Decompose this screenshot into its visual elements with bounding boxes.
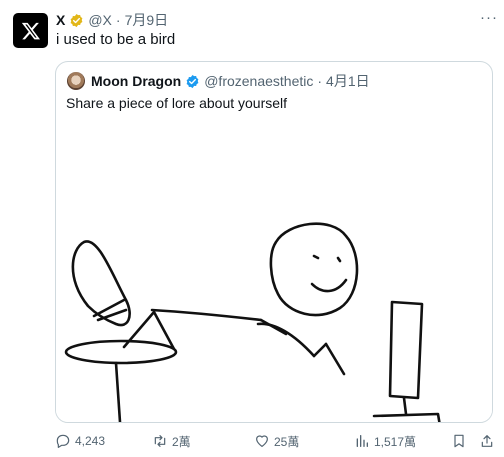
author-handle[interactable]: @X	[88, 12, 112, 28]
quoted-tweet-image[interactable]	[56, 124, 492, 422]
tweet-text: i used to be a bird	[56, 31, 176, 48]
author-avatar[interactable]	[13, 13, 48, 48]
quoted-author-handle[interactable]: @frozenaesthetic	[204, 73, 313, 89]
views-count: 1,517萬	[374, 434, 417, 449]
verified-gold-badge-icon	[70, 13, 83, 27]
reply-icon	[56, 434, 70, 448]
quoted-tweet-card[interactable]: Moon Dragon @frozenaesthetic · 4月1日 Shar…	[55, 61, 493, 423]
tweet-date[interactable]: 7月9日	[125, 10, 169, 30]
quoted-author-avatar[interactable]	[67, 72, 85, 90]
reply-count: 4,243	[75, 434, 106, 448]
quoted-tweet-header: Moon Dragon @frozenaesthetic · 4月1日	[67, 71, 370, 91]
author-name[interactable]: X	[56, 12, 65, 28]
reply-button[interactable]: 4,243	[55, 430, 105, 452]
retweet-count: 2萬	[172, 434, 191, 449]
retweet-button[interactable]: 2萬	[152, 430, 191, 452]
views-chart-icon	[356, 435, 368, 447]
views-button[interactable]: 1,517萬	[354, 430, 416, 452]
x-logo-icon	[21, 22, 40, 39]
quoted-tweet-text: Share a piece of lore about yourself	[66, 95, 288, 111]
share-button[interactable]	[479, 430, 495, 452]
bookmark-icon	[454, 434, 464, 448]
retweet-icon	[154, 435, 166, 447]
more-icon[interactable]: ···	[480, 9, 498, 26]
quoted-header-separator: ·	[317, 73, 323, 89]
bookmark-button[interactable]	[451, 430, 467, 452]
like-button[interactable]: 25萬	[254, 430, 299, 452]
like-count: 25萬	[274, 434, 300, 449]
quoted-tweet-date[interactable]: 4月1日	[326, 71, 370, 91]
tweet-header: X @X · 7月9日	[56, 11, 168, 29]
quoted-author-name[interactable]: Moon Dragon	[91, 73, 181, 89]
verified-blue-badge-icon	[186, 74, 199, 88]
share-icon	[481, 435, 493, 447]
heart-icon	[256, 435, 268, 447]
action-bar: 4,243 2萬 25萬 1,517萬	[0, 430, 504, 452]
header-separator: ·	[115, 12, 121, 28]
